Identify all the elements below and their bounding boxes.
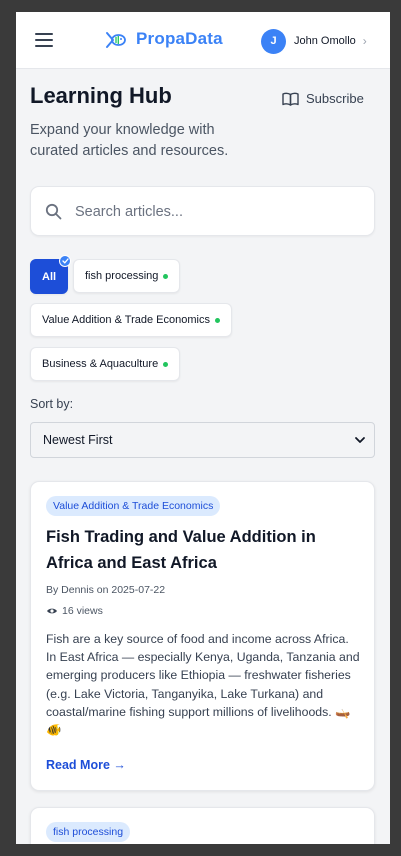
status-dot [214, 317, 220, 323]
chevron-right-icon: › [362, 34, 367, 48]
filter-chip-business-aquaculture[interactable]: Business & Aquaculture [30, 347, 181, 381]
article-card[interactable]: fish processing [30, 807, 375, 844]
article-views: 16 views [46, 605, 103, 617]
filter-chip-label: fish processing [85, 270, 159, 282]
article-meta: By Dennis on 2025-07-22 [46, 584, 166, 596]
filter-chip-value-addition[interactable]: Value Addition & Trade Economics [30, 303, 232, 337]
search-input[interactable] [75, 199, 355, 225]
app-logo-text[interactable]: PropaData [136, 29, 223, 49]
read-more-link[interactable]: Read More → [46, 758, 126, 772]
top-bar: PropaData J John Omollo › [16, 12, 390, 69]
filter-chip-all[interactable]: All [30, 255, 72, 294]
user-menu[interactable]: J John Omollo › [261, 28, 367, 54]
eye-icon [47, 608, 57, 614]
filter-chip-label: All [42, 270, 57, 283]
article-excerpt: Fish are a key source of food and income… [46, 632, 360, 738]
article-card[interactable]: Value Addition & Trade Economics Fish Tr… [30, 481, 375, 791]
user-name: John Omollo [294, 35, 356, 47]
sort-label: Sort by: [30, 397, 74, 411]
sort-selected-value: Newest First [43, 433, 113, 447]
status-dot [163, 273, 169, 279]
page-subtitle: Expand your knowledge with curated artic… [30, 122, 229, 159]
sort-select[interactable]: Newest First [30, 422, 375, 458]
views-count: 16 views [62, 605, 103, 617]
search-box [30, 186, 375, 236]
category-tag: fish processing [46, 822, 131, 842]
fish-logo-icon [106, 32, 126, 48]
chevron-down-icon [355, 437, 365, 443]
filter-chip-label: Value Addition & Trade Economics [42, 314, 210, 326]
filter-chip-label: Business & Aquaculture [42, 358, 159, 370]
avatar: J [261, 28, 286, 54]
app-screen: PropaData J John Omollo › Learning Hub S… [16, 12, 390, 844]
page-title: Learning Hub [30, 83, 172, 108]
book-open-icon [282, 92, 299, 106]
menu-icon[interactable] [35, 33, 53, 47]
subscribe-label: Subscribe [306, 91, 364, 106]
category-tag: Value Addition & Trade Economics [46, 496, 221, 516]
article-title[interactable]: Fish Trading and Value Addition in Afric… [46, 524, 366, 576]
subscribe-button[interactable]: Subscribe [282, 91, 364, 106]
status-dot [163, 361, 169, 367]
check-icon [59, 255, 72, 267]
filter-chip-fish-processing[interactable]: fish processing [73, 259, 181, 293]
search-icon [45, 203, 62, 220]
